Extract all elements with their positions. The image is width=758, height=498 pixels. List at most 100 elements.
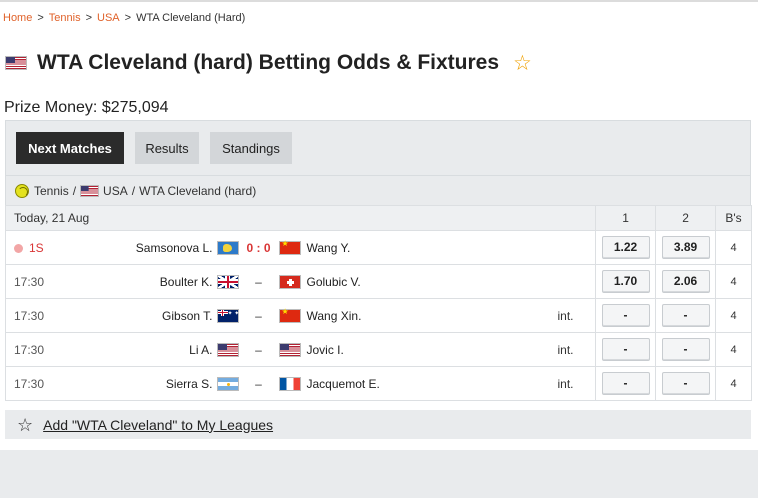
match-info — [555, 264, 597, 299]
matches-table: Today, 21 Aug 1 2 B's 1S Samsonova L. 0 : … — [4, 205, 753, 401]
match-time-cell: 1S — [5, 230, 62, 265]
page-header: WTA Cleveland (hard) Betting Odds & Fixt… — [5, 48, 532, 78]
page: Home > Tennis > USA > WTA Cleveland (Hard) WTA… — [0, 0, 758, 450]
table-row[interactable]: 17:30 Sierra S. – Jacquemot E. int. - -4 — [5, 366, 753, 401]
home-player[interactable]: Li A. — [62, 343, 217, 357]
bookmakers-count[interactable]: 4 — [715, 230, 753, 265]
match-score: – — [255, 376, 262, 391]
odd-1-button[interactable]: - — [601, 372, 650, 395]
match-cell[interactable]: Samsonova L. 0 : 0 Wang Y. — [61, 230, 556, 265]
col-header-2: 2 — [655, 205, 717, 231]
add-to-my-leagues-link[interactable]: Add "WTA Cleveland" to My Leagues — [43, 417, 273, 433]
match-score: – — [255, 308, 262, 323]
home-player[interactable]: Boulter K. — [62, 275, 217, 289]
league-subnav: Tennis / USA / WTA Cleveland (hard) — [5, 176, 751, 205]
bookmakers-count[interactable]: 4 — [715, 366, 753, 401]
table-row[interactable]: 17:30 Boulter K. – Golubic V. 1.70 2.06 4 — [5, 264, 753, 299]
odd-2-button[interactable]: 2.06 — [661, 270, 710, 293]
match-time: 1S — [29, 240, 44, 255]
odd-1-cell: - — [595, 366, 657, 401]
bookmakers-count[interactable]: 4 — [715, 298, 753, 333]
breadcrumb-usa-link[interactable]: USA — [97, 12, 120, 24]
home-player[interactable]: Gibson T. — [62, 309, 217, 323]
page-title: WTA Cleveland (hard) Betting Odds & Fixt… — [37, 51, 500, 74]
match-cell[interactable]: Sierra S. – Jacquemot E. — [61, 366, 556, 401]
match-cell[interactable]: Li A. – Jovic I. — [61, 332, 556, 367]
subnav-sport-link[interactable]: Tennis — [34, 184, 69, 198]
us-flag-icon — [278, 342, 301, 357]
odd-2-cell: - — [655, 298, 717, 333]
us-flag-icon — [5, 56, 27, 70]
breadcrumb-tennis-link[interactable]: Tennis — [49, 12, 81, 24]
ar-flag-icon — [216, 376, 239, 391]
away-player[interactable]: Jacquemot E. — [301, 377, 380, 391]
col-header-bs: B's — [715, 205, 753, 231]
match-time: 17:30 — [14, 342, 45, 357]
breadcrumb-current: WTA Cleveland (Hard) — [136, 12, 246, 24]
tennis-ball-icon — [15, 183, 29, 198]
odd-2-button[interactable]: - — [661, 338, 710, 361]
odd-1-button[interactable]: - — [601, 338, 650, 361]
match-cell[interactable]: Boulter K. – Golubic V. — [61, 264, 556, 299]
table-row[interactable]: 17:30Gibson T.–Wang Xin.int.--4 — [5, 298, 753, 333]
odd-1-button[interactable]: - — [601, 304, 650, 327]
breadcrumb-separator: > — [37, 12, 44, 24]
match-info: int. — [555, 366, 597, 401]
world-flag-icon — [216, 240, 239, 255]
breadcrumb-home-link[interactable]: Home — [3, 12, 32, 24]
odd-1-cell: - — [595, 298, 657, 333]
odd-2-cell: - — [655, 366, 717, 401]
match-score: – — [255, 274, 262, 289]
match-time: 17:30 — [14, 274, 45, 289]
odd-2-cell: - — [655, 332, 717, 367]
odd-1-cell: 1.22 — [595, 230, 657, 265]
match-time-cell: 17:30 — [5, 366, 62, 401]
odd-2-button[interactable]: - — [661, 304, 710, 327]
ch-flag-icon — [278, 274, 301, 289]
away-player[interactable]: Wang Xin. — [301, 309, 362, 323]
star-outline-icon[interactable]: ☆ — [513, 53, 532, 74]
subnav-league-link[interactable]: WTA Cleveland (hard) — [139, 184, 256, 198]
tab-standings[interactable]: Standings — [210, 132, 292, 164]
odd-1-button[interactable]: 1.22 — [601, 236, 650, 259]
match-time: 17:30 — [14, 376, 45, 391]
away-player[interactable]: Golubic V. — [301, 275, 361, 289]
us-flag-icon — [216, 342, 239, 357]
table-row[interactable]: 17:30 Li A. – Jovic I. int. - -4 — [5, 332, 753, 367]
match-time-cell: 17:30 — [5, 264, 62, 299]
subnav-separator: / — [131, 183, 136, 198]
cn-flag-icon — [278, 239, 301, 255]
match-info: int. — [555, 298, 597, 333]
add-to-my-leagues[interactable]: ☆ Add "WTA Cleveland" to My Leagues — [5, 410, 751, 439]
bookmakers-count[interactable]: 4 — [715, 332, 753, 367]
bookmakers-count[interactable]: 4 — [715, 264, 753, 299]
breadcrumb-separator: > — [85, 12, 93, 24]
breadcrumb-separator: > — [124, 12, 132, 24]
match-info — [555, 230, 597, 265]
odd-1-button[interactable]: 1.70 — [601, 270, 650, 293]
fr-flag-icon — [278, 376, 301, 391]
match-cell[interactable]: Gibson T. – Wang Xin. — [61, 298, 556, 333]
star-outline-icon: ☆ — [17, 414, 34, 435]
tab-next-matches[interactable]: Next Matches — [16, 132, 124, 164]
home-player[interactable]: Sierra S. — [62, 377, 217, 391]
match-time-cell: 17:30 — [5, 332, 62, 367]
home-player[interactable]: Samsonova L. — [62, 241, 217, 255]
date-header: Today, 21 Aug — [4, 205, 597, 231]
subnav-separator: / — [72, 183, 77, 198]
tab-results[interactable]: Results — [135, 132, 199, 164]
au-flag-icon — [216, 308, 239, 323]
col-header-1: 1 — [595, 205, 657, 231]
odd-2-button[interactable]: 3.89 — [661, 236, 710, 259]
odd-2-cell: 2.06 — [655, 264, 717, 299]
away-player[interactable]: Jovic I. — [301, 343, 344, 357]
cn-flag-icon — [278, 307, 301, 323]
match-time: 17:30 — [14, 308, 45, 323]
prize-money: Prize Money: $275,094 — [4, 99, 169, 116]
away-player[interactable]: Wang Y. — [301, 241, 351, 255]
subnav-country-link[interactable]: USA — [103, 184, 128, 198]
odd-2-button[interactable]: - — [661, 372, 710, 395]
match-time-cell: 17:30 — [5, 298, 62, 333]
table-row[interactable]: 1S Samsonova L. 0 : 0 Wang Y. 1.22 3.894 — [5, 230, 753, 265]
gb-flag-icon — [216, 274, 239, 289]
